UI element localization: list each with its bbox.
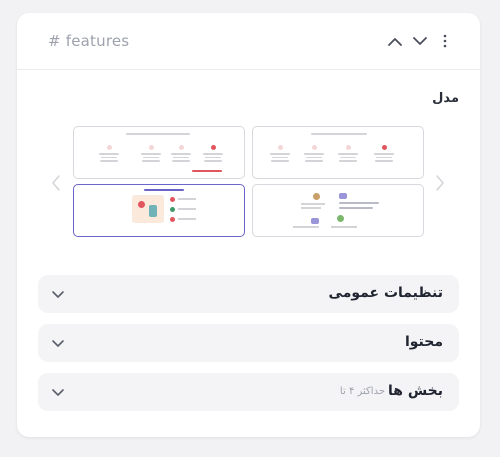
- move-up-button[interactable]: [385, 31, 405, 51]
- chevron-up-icon: [388, 37, 402, 46]
- accordion-label: تنظیمات عمومی: [328, 285, 443, 301]
- vertical-dots-icon: [443, 34, 447, 48]
- chevron-down-icon: [52, 340, 64, 347]
- gallery-prev-button[interactable]: [49, 173, 63, 193]
- move-down-button[interactable]: [410, 31, 430, 51]
- accordion-label: بخش ها: [388, 383, 443, 399]
- model-thumbnail-3[interactable]: [252, 184, 424, 237]
- accordion-content[interactable]: محتوا: [38, 324, 459, 362]
- accordion-sections[interactable]: بخش ها حداکثر ۴ تا: [38, 373, 459, 411]
- model-thumbnail-4-selected[interactable]: [73, 184, 245, 237]
- model-label: مدل: [432, 91, 459, 106]
- section-title: # features: [48, 32, 130, 50]
- features-card: # features مدل تنظیمات عمومی محتوا بخش ه…: [17, 13, 480, 437]
- chevron-down-icon: [52, 389, 64, 396]
- accordion-label: محتوا: [404, 334, 443, 350]
- chevron-left-icon: [52, 175, 60, 191]
- chevron-right-icon: [436, 175, 444, 191]
- model-thumbnail-1[interactable]: [252, 126, 424, 179]
- model-thumbnail-2[interactable]: [73, 126, 245, 179]
- chevron-down-icon: [52, 291, 64, 298]
- accordion-sublabel: حداکثر ۴ تا: [339, 386, 385, 397]
- accordion-general-settings[interactable]: تنظیمات عمومی: [38, 275, 459, 313]
- card-header: # features: [17, 13, 480, 70]
- more-options-button[interactable]: [435, 31, 455, 51]
- chevron-down-icon: [413, 36, 427, 45]
- gallery-next-button[interactable]: [433, 173, 447, 193]
